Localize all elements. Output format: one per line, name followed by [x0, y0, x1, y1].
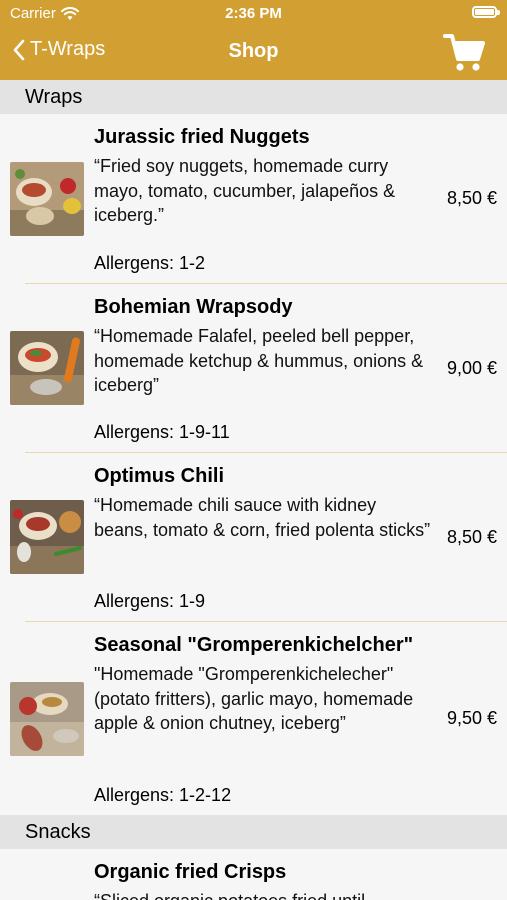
- item-price: 9,00 €: [446, 358, 497, 378]
- item-thumbnail: [10, 682, 84, 756]
- item-description: “Sliced organic potatoes fried until: [94, 889, 434, 900]
- item-allergens: Allergens: 1-9-11: [94, 422, 230, 442]
- menu-item[interactable]: Jurassic fried Nuggets “Fried soy nugget…: [0, 114, 507, 284]
- item-allergens: Allergens: 1-2-12: [94, 785, 232, 805]
- section-header-snacks: Snacks: [0, 815, 507, 849]
- item-price: 9,50 €: [446, 708, 497, 728]
- item-name: Seasonal "Gromperenkichelcher": [94, 634, 414, 656]
- item-allergens: Allergens: 1-9: [94, 591, 206, 611]
- navigation-bar: T-Wraps Shop: [0, 28, 507, 80]
- item-price: 8,50 €: [446, 188, 497, 208]
- item-name: Optimus Chili: [94, 465, 224, 487]
- item-name: Organic fried Crisps: [94, 861, 287, 883]
- item-price: 8,50 €: [446, 527, 497, 547]
- item-thumbnail: [10, 162, 84, 236]
- item-description: “Homemade chili sauce with kidney beans,…: [94, 495, 431, 540]
- item-description: "Homemade "Gromperenkichelecher" (potato…: [94, 664, 414, 733]
- page-title: Shop: [228, 40, 279, 62]
- section-header-wraps: Wraps: [0, 80, 507, 114]
- item-name: Jurassic fried Nuggets: [94, 126, 310, 148]
- item-thumbnail: [10, 331, 84, 405]
- item-description: “Fried soy nuggets, homemade curry mayo,…: [94, 156, 396, 225]
- item-description: “Homemade Falafel, peeled bell pepper, h…: [94, 326, 424, 395]
- menu-item[interactable]: Seasonal "Gromperenkichelcher" "Homemade…: [0, 622, 507, 815]
- battery-icon: [472, 6, 500, 18]
- menu-item[interactable]: Bohemian Wrapsody “Homemade Falafel, pee…: [0, 284, 507, 453]
- top-bar: Carrier 2:36 PM T-Wraps Shop: [0, 0, 507, 80]
- shopping-cart-icon[interactable]: [443, 32, 485, 74]
- status-time: 2:36 PM: [225, 5, 282, 22]
- status-bar: Carrier 2:36 PM: [0, 0, 507, 28]
- menu-item[interactable]: Organic fried Crisps “Sliced organic pot…: [0, 849, 507, 900]
- item-allergens: Allergens: 1-2: [94, 253, 206, 273]
- item-thumbnail: [10, 500, 84, 574]
- menu-item[interactable]: Optimus Chili “Homemade chili sauce with…: [0, 453, 507, 622]
- item-name: Bohemian Wrapsody: [94, 296, 293, 318]
